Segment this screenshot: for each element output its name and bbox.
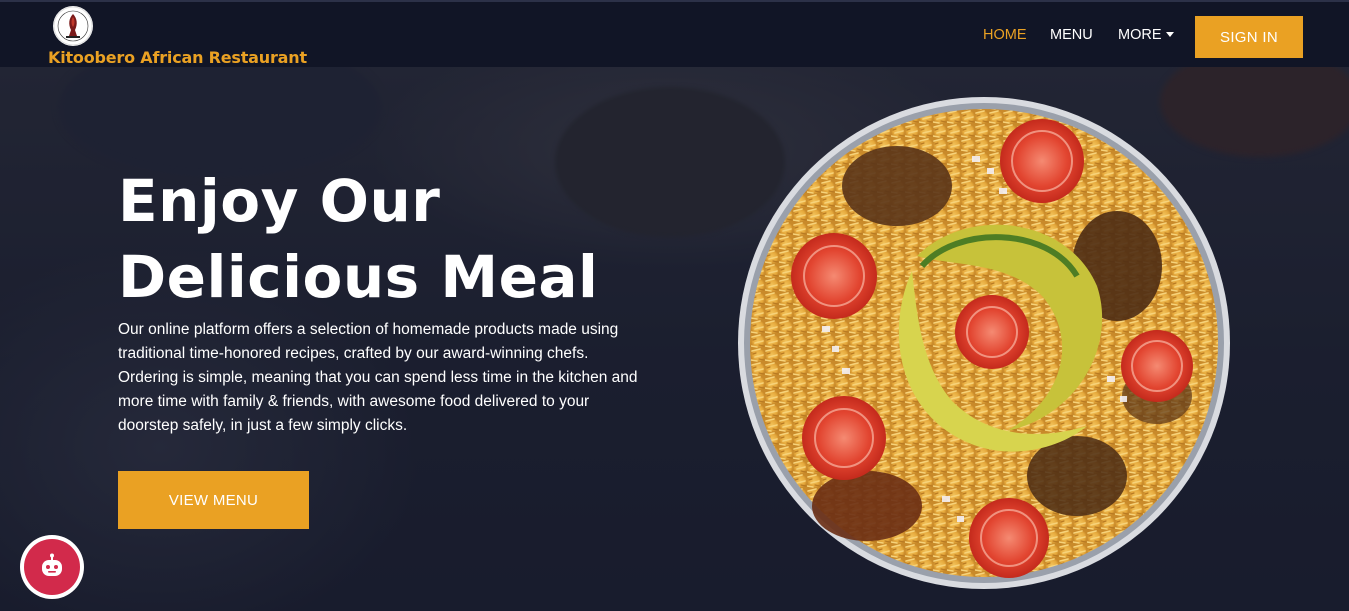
nav-more-label: MORE — [1118, 27, 1162, 43]
food-dish-image — [738, 97, 1230, 589]
restaurant-logo-icon[interactable] — [53, 6, 93, 46]
chatbot-button[interactable] — [20, 535, 84, 599]
hero-title-line1: Enjoy Our — [118, 167, 441, 235]
view-menu-button[interactable]: VIEW MENU — [118, 471, 309, 529]
hero-title: Enjoy Our Delicious Meal — [118, 163, 678, 315]
sign-in-button[interactable]: SIGN IN — [1195, 16, 1303, 58]
nav-more[interactable]: MORE — [1118, 27, 1174, 43]
hero-title-line2: Delicious Meal — [118, 243, 599, 311]
hero-section: Enjoy Our Delicious Meal Our online plat… — [0, 67, 1349, 611]
brand-name[interactable]: Kitoobero African Restaurant — [48, 48, 307, 67]
navbar: Kitoobero African Restaurant HOME MENU M… — [0, 0, 1349, 67]
caret-down-icon — [1165, 32, 1174, 37]
nav-menu[interactable]: MENU — [1050, 27, 1093, 43]
nav-home[interactable]: HOME — [983, 27, 1027, 43]
hero-description: Our online platform offers a selection o… — [118, 321, 638, 434]
chatbot-icon — [24, 539, 80, 595]
